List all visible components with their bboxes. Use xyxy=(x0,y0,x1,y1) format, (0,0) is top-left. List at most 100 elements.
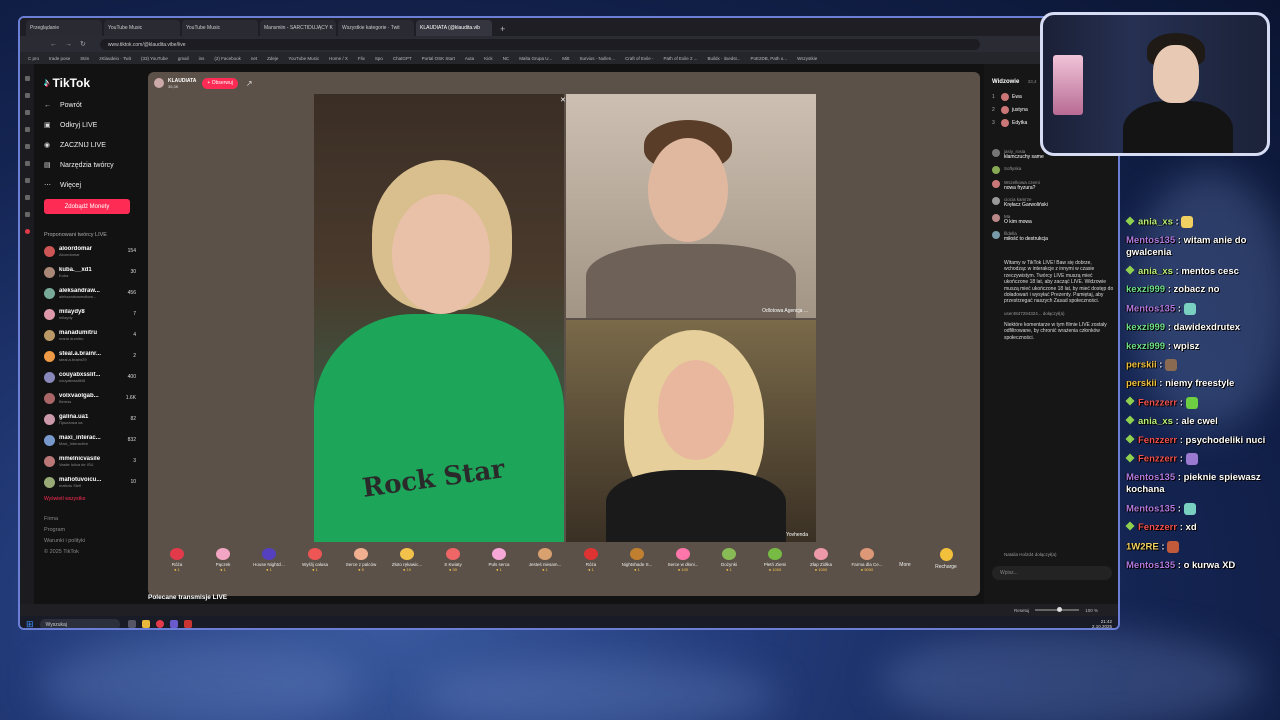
avatar[interactable] xyxy=(992,214,1000,222)
chat-username[interactable]: Softyska xyxy=(1004,166,1021,171)
rail-icon[interactable] xyxy=(24,110,30,115)
avatar[interactable] xyxy=(44,308,55,320)
bookmark-item[interactable]: net xyxy=(251,56,257,61)
browser-tab[interactable]: Przeglądanie xyxy=(26,20,102,36)
avatar[interactable] xyxy=(44,434,55,446)
bookmark-item[interactable]: PoE2DB, Path o... xyxy=(751,56,788,61)
bookmark-item[interactable]: ins xyxy=(199,56,205,61)
gift-item[interactable]: Róża ● 1 xyxy=(568,542,614,584)
bookmark-item[interactable]: gmail xyxy=(178,56,189,61)
avatar[interactable] xyxy=(44,350,55,362)
zoom-reset-button[interactable]: Resetuj xyxy=(1014,608,1029,613)
avatar[interactable] xyxy=(992,231,1000,239)
show-all-link[interactable]: Wyświetl wszystko xyxy=(44,496,146,502)
creator-item[interactable]: galina.ua1 Прыгалка ua 82 xyxy=(44,411,136,427)
chat-message[interactable]: fildella miłość to destrukcja xyxy=(992,231,1114,242)
zoom-slider[interactable] xyxy=(1035,607,1080,612)
bookmark-item[interactable]: Zdeje xyxy=(267,56,278,61)
gift-item[interactable]: Nightshade S... ● 1 xyxy=(614,542,660,584)
browser-tab[interactable]: YouTube Music xyxy=(182,20,258,36)
bookmark-item[interactable]: Malta Grupa U... xyxy=(519,56,552,61)
close-icon[interactable]: ✕ xyxy=(560,96,566,104)
avatar[interactable] xyxy=(44,413,55,425)
chat-message[interactable]: ciocia kamrze Kręłacz Garwoliński xyxy=(992,197,1114,208)
bookmark-item[interactable]: Survios · Nullen... xyxy=(579,56,615,61)
chat-message[interactable]: Wszelkowa czemi nowa fryzura? xyxy=(992,180,1114,191)
chat-input[interactable]: Wpisz... xyxy=(992,566,1112,580)
rail-icon[interactable] xyxy=(24,212,30,217)
creator-item[interactable]: mmelnicvasile Vasile Iulica de ISU 3 xyxy=(44,453,136,469)
bookmark-item[interactable]: Path of Exile 2 ... xyxy=(663,56,697,61)
avatar[interactable] xyxy=(992,166,1000,174)
bookmark-item[interactable]: Flix xyxy=(358,56,365,61)
rail-icon[interactable] xyxy=(24,144,30,149)
creator-item[interactable]: mafiotuvoicu... mafiotu Stefi 10 xyxy=(44,474,136,490)
avatar[interactable] xyxy=(44,287,55,299)
more-gifts-button[interactable]: More xyxy=(890,542,920,584)
bookmark-item[interactable]: (2) Facebook xyxy=(214,56,241,61)
gift-item[interactable]: Puls serca ● 1 xyxy=(476,542,522,584)
creator-item[interactable]: steal.a.brainr... steal.a.brainr29 2 xyxy=(44,348,136,364)
host-info[interactable]: KLAUDIATA 35,3K + Obserwuj ↗ xyxy=(154,76,253,90)
gift-item[interactable]: S Kwiaty ● 30 xyxy=(430,542,476,584)
opera-icon[interactable] xyxy=(24,229,30,234)
browser-tab[interactable]: YouTube Music xyxy=(104,20,180,36)
bookmark-item[interactable]: Wszystkie xyxy=(797,56,817,61)
bookmark-item[interactable]: Spo xyxy=(375,56,383,61)
forward-arrow-icon[interactable]: → xyxy=(65,41,72,48)
gift-item[interactable]: Pączek ● 1 xyxy=(200,542,246,584)
rail-icon[interactable] xyxy=(24,76,30,81)
creator-item[interactable]: maxi_interac... Maxi_Interactive 832 xyxy=(44,432,136,448)
share-icon[interactable]: ↗ xyxy=(246,79,253,88)
gift-item[interactable]: Farma dla Ce... ● 5000 xyxy=(844,542,890,584)
gift-item[interactable]: Złap Ziółka ● 1000 xyxy=(798,542,844,584)
footer-link[interactable]: Firma xyxy=(44,516,146,522)
creator-item[interactable]: aloordomar Aloordomar 154 xyxy=(44,243,136,259)
avatar[interactable] xyxy=(44,329,55,341)
rail-icon[interactable] xyxy=(24,127,30,132)
avatar[interactable] xyxy=(44,392,55,404)
recharge-button[interactable]: Recharge xyxy=(926,542,966,584)
avatar[interactable] xyxy=(44,371,55,383)
creator-item[interactable]: volxvaolgab... Bemss 1.6K xyxy=(44,390,136,406)
gift-item[interactable]: Serce z palców ● 5 xyxy=(338,542,384,584)
reload-icon[interactable]: ↻ xyxy=(80,40,86,48)
chat-message[interactable]: Ma O kim mowa xyxy=(992,214,1114,225)
browser-tab[interactable]: KLAUDIATA (@klaudita.vib xyxy=(416,20,492,36)
sidebar-link[interactable]: ▤ Narzędzia twórcy xyxy=(44,161,146,170)
back-arrow-icon[interactable]: ← xyxy=(50,41,57,48)
bookmark-item[interactable]: (33) YouTube xyxy=(141,56,168,61)
gift-item[interactable]: Róża ● 1 xyxy=(154,542,200,584)
back-link[interactable]: ← Powrót xyxy=(44,102,146,109)
footer-link[interactable]: Warunki i polityki xyxy=(44,538,146,544)
app-icon[interactable] xyxy=(183,620,192,628)
gift-item[interactable]: House Nightcl... ● 1 xyxy=(246,542,292,584)
bookmark-item[interactable]: C pro xyxy=(28,56,39,61)
avatar[interactable] xyxy=(992,197,1000,205)
rail-icon[interactable] xyxy=(24,195,30,200)
opera-icon[interactable] xyxy=(155,620,164,628)
chat-message[interactable]: Softyska xyxy=(992,166,1114,174)
sidebar-link[interactable]: ▣ Odkryj LIVE xyxy=(44,121,146,130)
rail-icon[interactable] xyxy=(24,178,30,183)
browser-tab[interactable]: Mansmiin - SARCTIDUJĄCY K xyxy=(260,20,336,36)
bookmark-item[interactable]: zKlaudeio · Twit xyxy=(99,56,131,61)
zoom-slider-knob[interactable] xyxy=(1057,607,1063,612)
creator-item[interactable]: aleksandraw... aleksandrawedkow... 456 xyxy=(44,285,136,301)
bookmark-item[interactable]: Craft of Exile - xyxy=(625,56,654,61)
tiktok-logo[interactable]: ♪ TikTok xyxy=(44,76,146,90)
task-view-icon[interactable] xyxy=(127,620,136,628)
follow-button[interactable]: + Obserwuj xyxy=(202,77,238,89)
bookmark-item[interactable]: Mitt xyxy=(562,56,569,61)
taskbar-search[interactable]: Wyszukaj xyxy=(39,618,120,628)
creator-item[interactable]: manadumitru maria dumitru 4 xyxy=(44,327,136,343)
rail-icon[interactable] xyxy=(24,93,30,98)
gift-item[interactable]: Złoto rękawic... ● 10 xyxy=(384,542,430,584)
avatar[interactable] xyxy=(44,245,55,257)
bookmark-item[interactable]: Buildx · itxedst... xyxy=(708,56,741,61)
url-field[interactable]: www.tiktok.com/@klaudita.vibe/live xyxy=(99,38,980,50)
sidebar-link[interactable]: ◉ ZACZNIJ LIVE xyxy=(44,141,146,150)
get-coins-button[interactable]: Zdobądź Monety xyxy=(44,199,130,214)
bookmark-item[interactable]: Auta xyxy=(465,56,474,61)
creator-item[interactable]: milaydy8 milaydy 7 xyxy=(44,306,136,322)
